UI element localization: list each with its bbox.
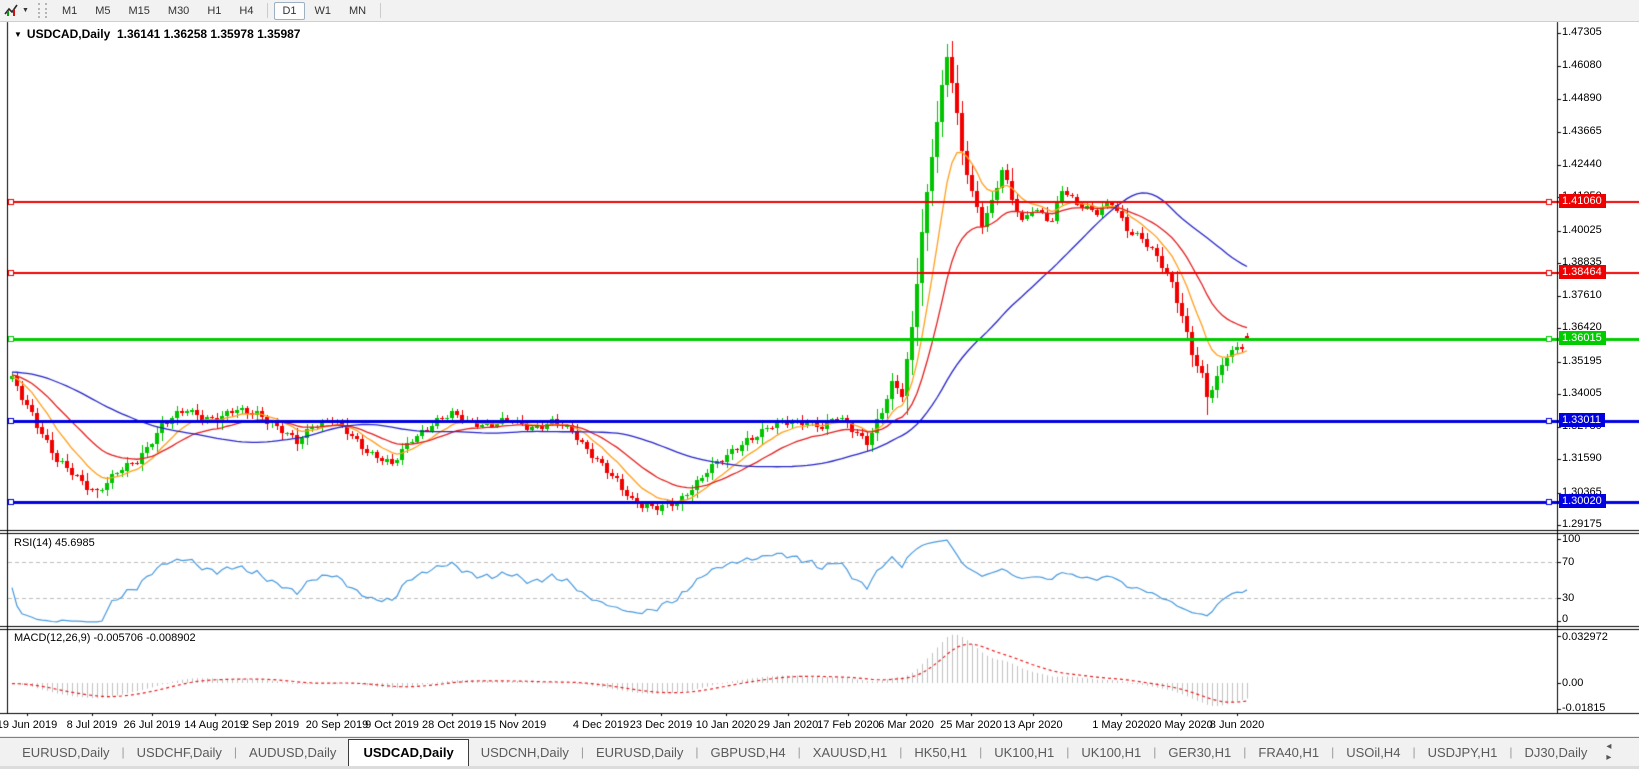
price-line-tag: 1.33011: [1559, 413, 1605, 427]
price-tick-label: 1.43665: [1562, 125, 1602, 137]
chart-tab-ger30-h1[interactable]: GER30,H1: [1156, 740, 1243, 766]
symbol-name: USDCAD,Daily: [26, 27, 111, 41]
macd-tick-label: -0.01815: [1562, 702, 1606, 714]
price-tick-label: 1.40025: [1562, 224, 1602, 236]
chart-tab-uk100-h1[interactable]: UK100,H1: [1069, 740, 1153, 766]
chart-canvas[interactable]: [0, 0, 1639, 769]
price-tick-label: 1.35195: [1562, 355, 1602, 367]
date-label: 26 Jul 2019: [123, 719, 181, 731]
chart-tab-fra40-h1[interactable]: FRA40,H1: [1246, 740, 1331, 766]
chart-tab-xauusd-h1[interactable]: XAUUSD,H1: [801, 740, 899, 766]
date-label: 13 Apr 2020: [1003, 719, 1063, 731]
chart-tab-hk50-h1[interactable]: HK50,H1: [902, 740, 979, 766]
timeframe-button-d1[interactable]: D1: [274, 1, 305, 20]
price-tick-label: 1.29175: [1562, 518, 1602, 530]
trading-terminal: ▼ M1 M5 M15 M30 H1 H4 D1 W1 MN ▼ USDCAD,Daily 1.3…: [0, 0, 1639, 769]
timeframe-button-m5[interactable]: M5: [87, 2, 118, 20]
date-label: 2 Sep 2019: [242, 719, 300, 731]
timeframe-button-h1[interactable]: H1: [199, 2, 229, 20]
timeframe-buttons: M1 M5 M15 M30 H1 H4 D1 W1 MN: [53, 1, 386, 20]
price-tick-label: 1.47305: [1562, 26, 1602, 38]
tab-scroll-arrows: ◂ ▸: [1599, 741, 1629, 763]
ohlc-quote: 1.36141 1.36258 1.35978 1.35987: [116, 27, 301, 41]
price-line-tag: 1.30020: [1559, 494, 1606, 508]
date-label: 9 Oct 2019: [365, 719, 419, 731]
date-label: 20 Sep 2019: [305, 719, 369, 731]
date-label: 28 Oct 2019: [422, 719, 482, 731]
chart-tab-dj30-daily[interactable]: DJ30,Daily: [1513, 740, 1600, 766]
price-tick-label: 1.46080: [1562, 59, 1602, 71]
rsi-label: RSI(14) 45.6985: [14, 537, 95, 549]
rsi-tick-label: 0: [1562, 613, 1569, 625]
date-label: 8 Jun 2020: [1209, 719, 1265, 731]
timeframe-button-w1[interactable]: W1: [307, 2, 340, 20]
chart-tab-usdcad-daily[interactable]: USDCAD,Daily: [348, 739, 469, 767]
chart-tab-audusd-daily[interactable]: AUDUSD,Daily: [237, 740, 348, 766]
price-line-tag: 1.41060: [1559, 194, 1606, 208]
chart-tab-gbpusd-h4[interactable]: GBPUSD,H4: [699, 740, 798, 766]
chart-tab-eurusd-daily[interactable]: EURUSD,Daily: [10, 740, 121, 766]
timeframe-button-mn[interactable]: MN: [341, 2, 374, 20]
chart-tab-usoil-h4[interactable]: USOil,H4: [1334, 740, 1412, 766]
date-label: 19 Jun 2019: [0, 719, 58, 731]
tab-scroll-right-icon[interactable]: ▸: [1599, 752, 1618, 763]
price-tick-label: 1.34005: [1562, 387, 1602, 399]
price-tick-label: 1.42440: [1562, 158, 1602, 170]
timeframe-button-m30[interactable]: M30: [160, 2, 197, 20]
chart-tabs-bar: EURUSD,Daily | USDCHF,Daily | AUDUSD,Daily US…: [0, 738, 1639, 767]
date-label: 4 Dec 2019: [572, 719, 630, 731]
macd-tick-label: 0.032972: [1562, 631, 1608, 643]
date-label: 8 Jul 2019: [66, 719, 118, 731]
price-line-tag: 1.36015: [1559, 331, 1606, 345]
date-label: 10 Jan 2020: [695, 719, 757, 731]
price-tick-label: 1.31590: [1562, 452, 1602, 464]
indicator-cursor-icon[interactable]: [4, 3, 20, 18]
chart-tab-uk100-h1[interactable]: UK100,H1: [982, 740, 1066, 766]
date-label: 15 Nov 2019: [483, 719, 547, 731]
macd-tick-label: 0.00: [1562, 677, 1584, 689]
toolbar-drag-handle[interactable]: [37, 3, 47, 18]
chart-tab-usdcnh-daily[interactable]: USDCNH,Daily: [469, 740, 581, 766]
chart-tab-usdchf-daily[interactable]: USDCHF,Daily: [125, 740, 234, 766]
date-label: 20 May 2020: [1149, 719, 1213, 731]
chart-tab-eurusd-daily[interactable]: EURUSD,Daily: [584, 740, 695, 766]
toolbar-separator: [267, 3, 269, 18]
chart-tab-usdjpy-h1[interactable]: USDJPY,H1: [1416, 740, 1510, 766]
chart-title: ▼ USDCAD,Daily 1.36141 1.36258 1.35978 1.…: [14, 27, 300, 41]
date-label: 14 Aug 2019: [184, 719, 246, 731]
rsi-tick-label: 70: [1562, 556, 1575, 568]
collapse-arrow-icon[interactable]: ▼: [14, 30, 22, 39]
rsi-tick-label: 100: [1562, 533, 1581, 545]
chevron-down-icon[interactable]: ▼: [22, 7, 29, 14]
date-label: 23 Dec 2019: [629, 719, 693, 731]
timeframe-button-m15[interactable]: M15: [121, 2, 158, 20]
price-line-tag: 1.38464: [1559, 265, 1606, 279]
timeframe-button-h4[interactable]: H4: [231, 2, 261, 20]
date-label: 29 Jan 2020: [757, 719, 819, 731]
date-label: 6 Mar 2020: [878, 719, 934, 731]
timeframe-toolbar: ▼ M1 M5 M15 M30 H1 H4 D1 W1 MN: [0, 0, 1639, 22]
chart-tabs: EURUSD,Daily | USDCHF,Daily | AUDUSD,Daily US…: [10, 739, 1600, 767]
toolbar-separator: [380, 3, 382, 18]
rsi-tick-label: 30: [1562, 592, 1575, 604]
date-label: 17 Feb 2020: [817, 719, 879, 731]
price-tick-label: 1.44890: [1562, 92, 1602, 104]
timeframe-button-m1[interactable]: M1: [54, 2, 85, 20]
price-tick-label: 1.37610: [1562, 289, 1602, 301]
date-label: 1 May 2020: [1092, 719, 1150, 731]
date-label: 25 Mar 2020: [940, 719, 1002, 731]
tab-scroll-left-icon[interactable]: ◂: [1599, 741, 1618, 752]
macd-label: MACD(12,26,9) -0.005706 -0.008902: [14, 632, 196, 644]
